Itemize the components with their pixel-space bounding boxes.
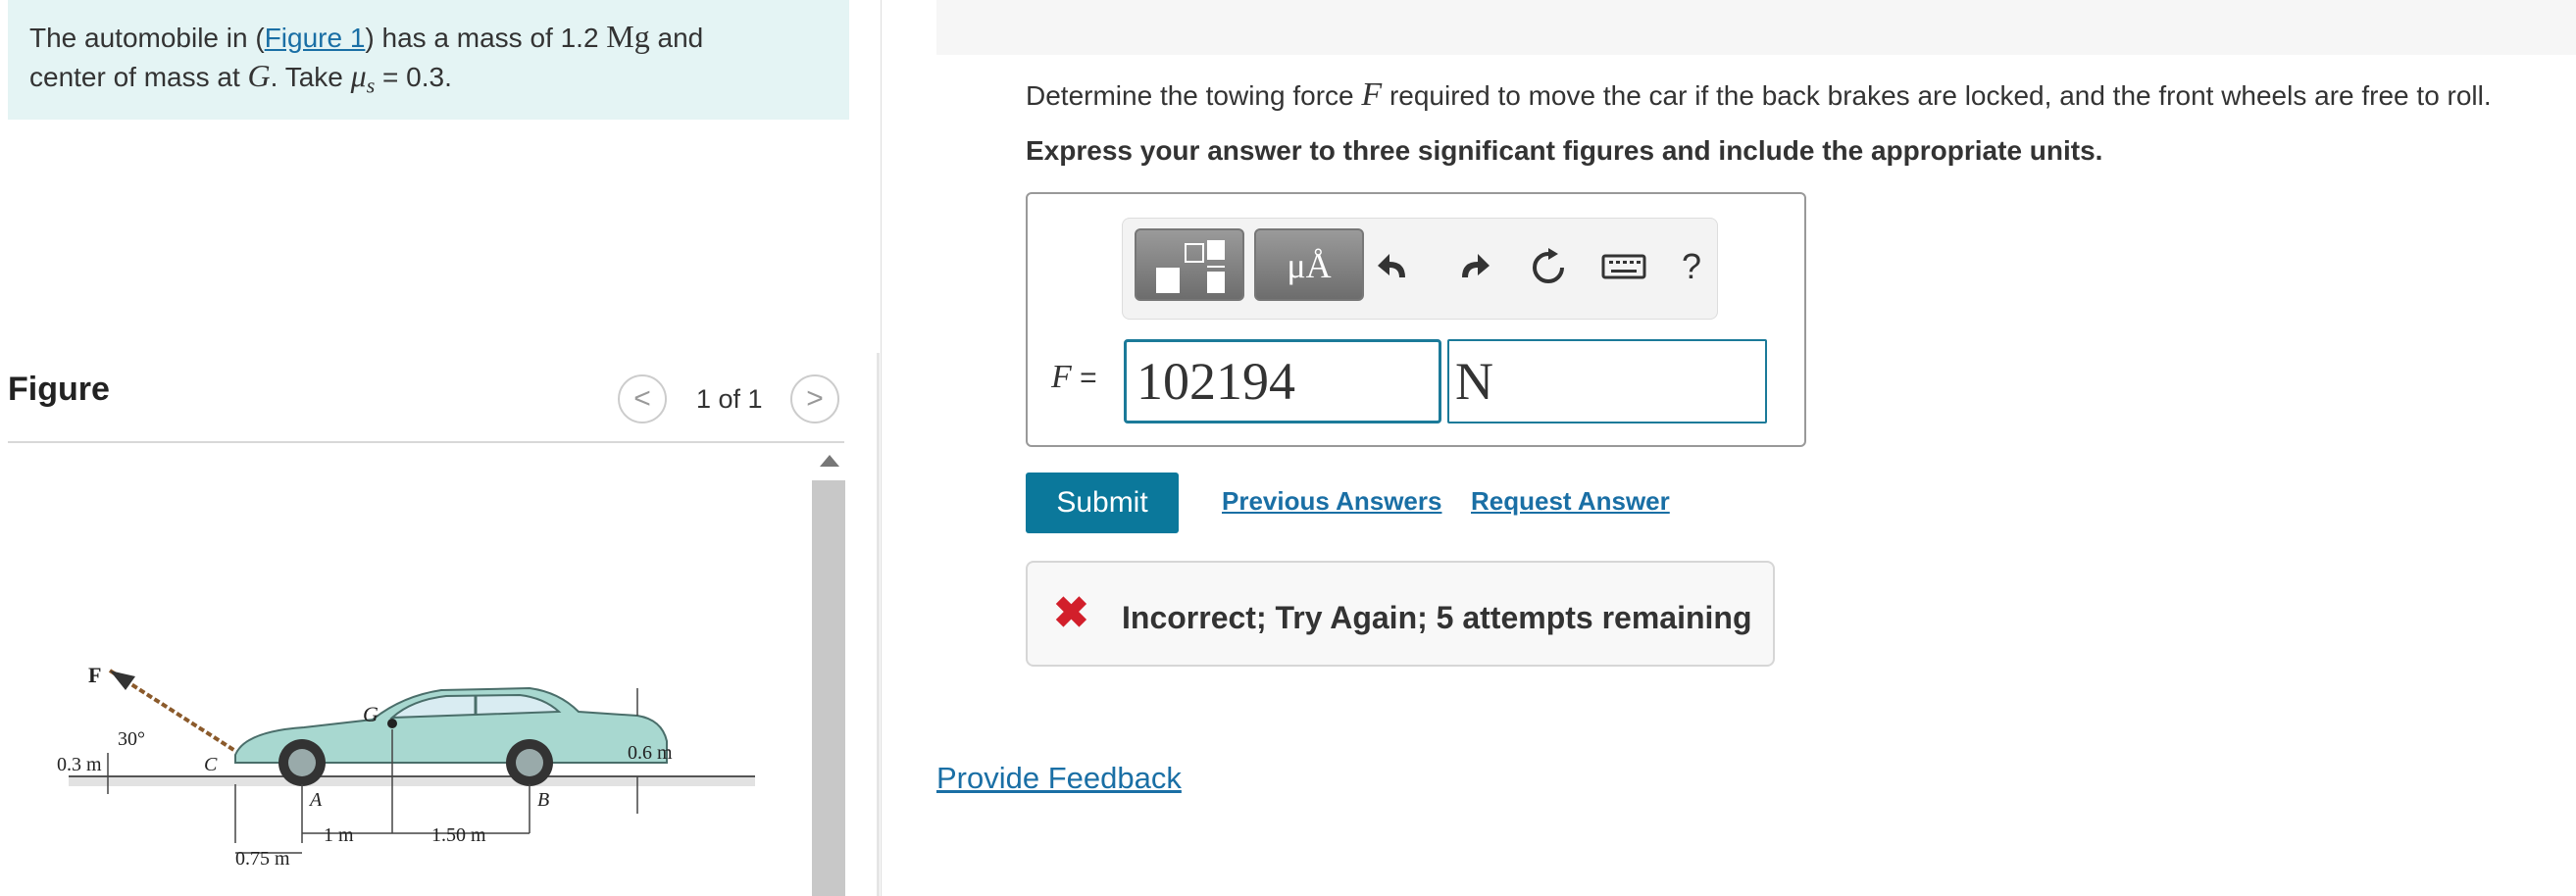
units-button[interactable]: μÅ (1254, 228, 1364, 301)
label-B: B (537, 789, 549, 811)
figure-title: Figure (8, 371, 110, 408)
figure-divider (8, 441, 844, 443)
answer-unit-input[interactable]: N (1447, 339, 1767, 423)
top-strip (936, 0, 2576, 55)
panel-divider-line (881, 0, 882, 896)
figure-link[interactable]: Figure 1 (265, 23, 366, 53)
figure-page-count: 1 of 1 (696, 384, 763, 414)
answer-value-input[interactable]: 102194 (1124, 339, 1441, 423)
answer-label: F = (1051, 359, 1097, 396)
next-figure-button[interactable]: > (790, 374, 839, 423)
redo-icon[interactable] (1452, 248, 1491, 296)
mu-value: = 0.3. (375, 62, 452, 92)
label-C: C (204, 754, 218, 775)
label-height-left: 0.3 m (57, 754, 102, 775)
label-dist-1m: 1 m (324, 824, 354, 846)
answer-label-symbol: F (1051, 359, 1072, 395)
submit-button[interactable]: Submit (1026, 473, 1179, 533)
panel-divider (877, 353, 880, 896)
problem-text-line2-mid: . Take (270, 62, 351, 92)
mass-unit: Mg (606, 19, 650, 54)
undo-icon[interactable] (1376, 248, 1415, 296)
question-text-before: Determine the towing force (1026, 80, 1362, 111)
request-answer-link[interactable]: Request Answer (1471, 486, 1670, 517)
scroll-up-arrow-icon[interactable] (820, 455, 839, 467)
problem-line-1: The automobile in (Figure 1) has a mass … (29, 18, 703, 57)
problem-text-suffix: and (649, 23, 704, 53)
problem-text: The automobile in (Figure 1) has a mass … (29, 18, 703, 105)
previous-answers-link[interactable]: Previous Answers (1222, 486, 1441, 517)
mu-subscript: s (366, 73, 376, 98)
problem-line-2: center of mass at G. Take μs = 0.3. (29, 57, 703, 105)
label-angle: 30° (118, 728, 145, 750)
feedback-message: Incorrect; Try Again; 5 attempts remaini… (1122, 600, 1752, 635)
question-text: Determine the towing force F required to… (1026, 76, 2492, 114)
keyboard-icon[interactable] (1601, 248, 1646, 292)
center-of-mass-symbol: G (247, 58, 271, 93)
problem-text-mid: ) has a mass of 1.2 (365, 23, 607, 53)
templates-icon (1156, 240, 1225, 293)
math-toolbar: μÅ ? (1122, 218, 1718, 320)
answer-label-equals: = (1071, 362, 1097, 394)
templates-button[interactable] (1135, 228, 1244, 301)
problem-text-prefix: The automobile in ( (29, 23, 265, 53)
provide-feedback-link[interactable]: Provide Feedback (936, 761, 1182, 796)
label-G: G (363, 702, 379, 726)
car-figure: F 30° 0.3 m C G A B 0.6 m 1 m 1.50 m 0.7… (57, 663, 755, 870)
figure-scrollbar-thumb[interactable] (812, 480, 845, 896)
problem-text-line2-prefix: center of mass at (29, 62, 248, 92)
mu-symbol: μ (350, 58, 367, 93)
label-F: F (88, 663, 101, 687)
instruction-text: Express your answer to three significant… (1026, 135, 2103, 166)
question-text-after: required to move the car if the back bra… (1382, 80, 2492, 111)
label-height-right: 0.6 m (628, 742, 673, 764)
label-dist-075m: 0.75 m (235, 848, 290, 870)
label-dist-150m: 1.50 m (431, 824, 486, 846)
label-A: A (308, 789, 323, 811)
reset-icon[interactable] (1529, 248, 1568, 296)
x-icon: ✖ (1053, 589, 1089, 637)
previous-figure-button[interactable]: < (618, 374, 667, 423)
question-symbol: F (1361, 76, 1383, 113)
help-button[interactable]: ? (1682, 246, 1701, 287)
